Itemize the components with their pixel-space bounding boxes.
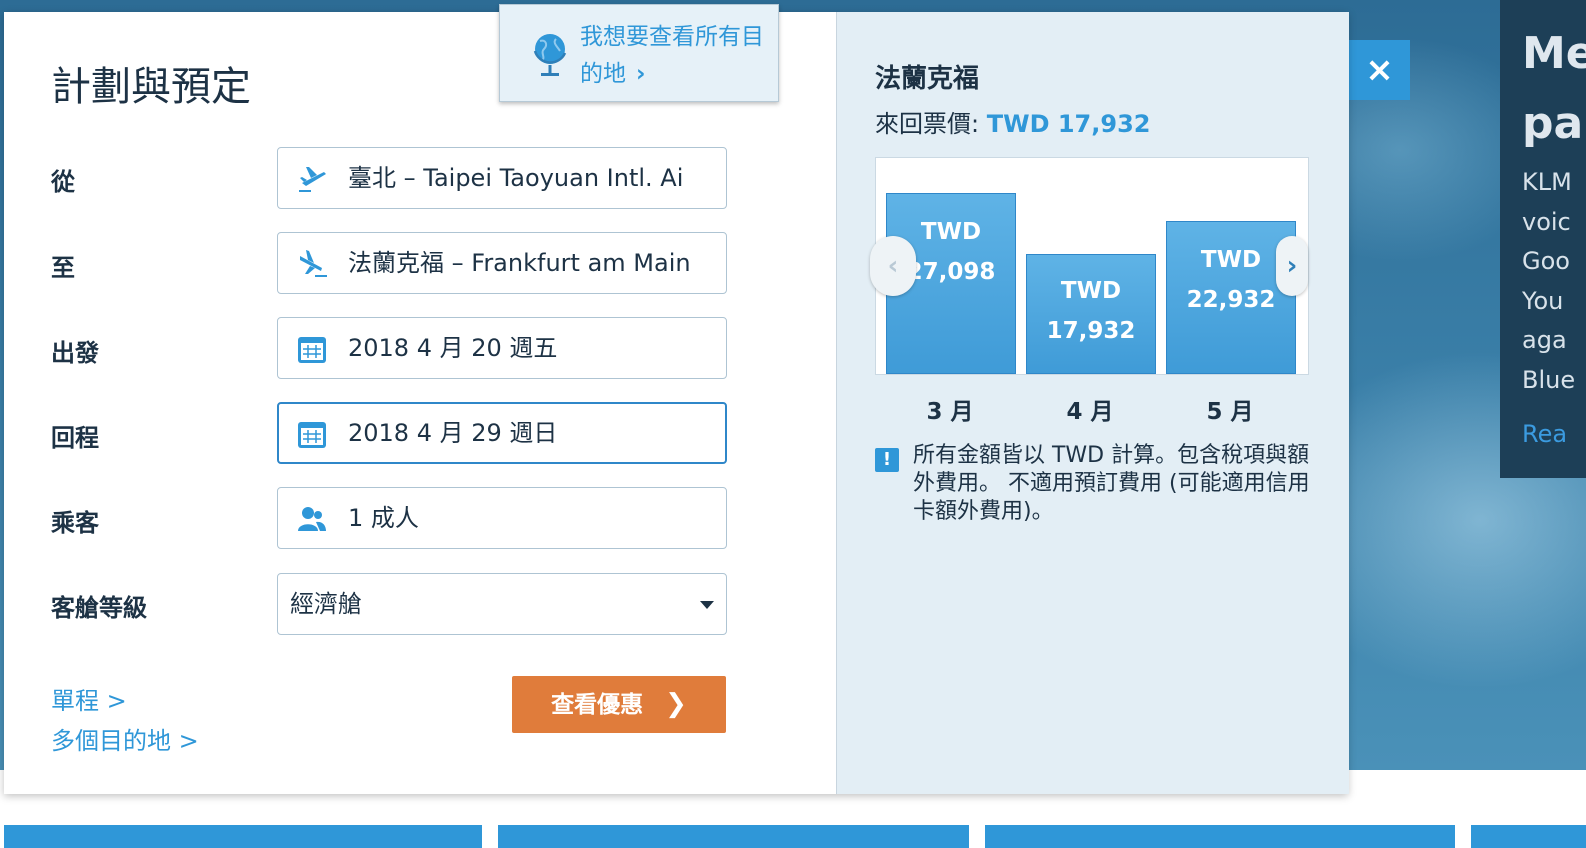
globe-icon <box>533 34 567 76</box>
promo-text: KLM <box>1522 168 1572 196</box>
content-tile[interactable] <box>1471 825 1586 848</box>
cabin-class-value: 經濟艙 <box>290 590 362 618</box>
chart-next-button[interactable]: › <box>1276 236 1308 296</box>
chevron-down-icon <box>700 601 714 609</box>
passengers-value: 1 成人 <box>348 504 419 532</box>
all-destinations-tab[interactable]: 我想要查看所有目的地 › <box>499 4 779 102</box>
promo-text: Goo <box>1522 247 1570 275</box>
users-icon <box>298 507 326 531</box>
chart-prev-button[interactable]: ‹ <box>870 236 916 296</box>
round-trip-price: 來回票價: TWD 17,932 <box>875 104 1150 139</box>
to-value: 法蘭克福 – Frankfurt am Main <box>348 249 691 277</box>
price-value: TWD 17,932 <box>986 110 1151 138</box>
calendar-icon <box>298 337 326 363</box>
one-way-link[interactable]: 單程 > <box>51 681 127 716</box>
booking-panel: 計劃與預定 從 臺北 – Taipei Taoyuan Intl. Ai 至 法… <box>4 12 1349 794</box>
fare-bar[interactable]: TWD 17,932 <box>1026 254 1156 374</box>
cabin-class-label: 客艙等級 <box>51 594 147 622</box>
all-destinations-label: 我想要查看所有目的地 <box>580 24 764 87</box>
chevron-right-icon: ❯ <box>665 689 687 719</box>
from-value: 臺北 – Taipei Taoyuan Intl. Ai <box>348 164 684 192</box>
plane-landing-icon <box>300 250 327 277</box>
promo-read-more-link[interactable]: Rea <box>1522 420 1567 448</box>
info-icon: ! <box>875 448 899 472</box>
promo-text: You <box>1522 287 1564 315</box>
close-icon: × <box>1365 50 1394 90</box>
from-label: 從 <box>51 168 75 196</box>
promo-text: voic <box>1522 208 1571 236</box>
passengers-label: 乘客 <box>51 509 99 537</box>
to-field[interactable]: 法蘭克福 – Frankfurt am Main <box>277 232 727 294</box>
content-tile[interactable] <box>4 825 482 848</box>
fare-preview-pane: 法蘭克福 來回票價: TWD 17,932 TWD 27,098 TWD 17,932… <box>836 12 1349 794</box>
destination-name: 法蘭克福 <box>875 64 980 94</box>
promo-text: aga <box>1522 326 1567 354</box>
content-tile[interactable] <box>498 825 969 848</box>
depart-date-field[interactable]: 2018 4 月 20 週五 <box>277 317 727 379</box>
return-label: 回程 <box>51 424 99 452</box>
all-destinations-link[interactable]: 我想要查看所有目的地 › <box>580 19 775 93</box>
return-date-field[interactable]: 2018 4 月 29 週日 <box>277 402 727 464</box>
from-field[interactable]: 臺北 – Taipei Taoyuan Intl. Ai <box>277 147 727 209</box>
chevron-right-icon: › <box>636 61 646 87</box>
fare-bar-value: 17,932 <box>1046 318 1136 344</box>
promo-title: Me <box>1522 28 1586 79</box>
cabin-class-select[interactable]: 經濟艙 <box>277 573 727 635</box>
to-label: 至 <box>51 254 75 282</box>
return-date-value: 2018 4 月 29 週日 <box>348 419 558 447</box>
close-button[interactable]: × <box>1349 40 1410 100</box>
promo-text: Blue <box>1522 366 1576 394</box>
plane-takeoff-icon <box>299 167 326 192</box>
content-tile[interactable] <box>985 825 1455 848</box>
fare-month-label: 4 月 <box>1066 399 1114 425</box>
passengers-field[interactable]: 1 成人 <box>277 487 727 549</box>
fare-bar[interactable]: TWD 22,932 <box>1166 221 1296 374</box>
promo-title: pa <box>1522 98 1584 149</box>
fare-month-label: 3 月 <box>926 399 974 425</box>
search-deals-button[interactable]: 查看優惠 ❯ <box>512 676 726 733</box>
depart-label: 出發 <box>51 339 99 367</box>
fare-bar-currency: TWD <box>1060 278 1122 304</box>
search-deals-label: 查看優惠 <box>551 692 644 718</box>
monthly-fare-chart: TWD 27,098 TWD 17,932 TWD 22,932 ‹ › <box>870 157 1309 375</box>
fare-month-label: 5 月 <box>1206 399 1254 425</box>
multi-city-link[interactable]: 多個目的地 > <box>51 721 199 756</box>
panel-title: 計劃與預定 <box>51 64 251 110</box>
fare-notice: 所有金額皆以 TWD 計算。包含稅項與額外費用。 不適用預訂費用 (可能適用信用… <box>913 443 1310 524</box>
fare-bar-value: 22,932 <box>1186 287 1276 313</box>
depart-date-value: 2018 4 月 20 週五 <box>348 334 558 362</box>
price-label: 來回票價: <box>875 110 980 138</box>
promo-card[interactable]: Me pa KLM voic Goo You aga Blue Rea <box>1500 0 1586 478</box>
calendar-icon <box>298 422 326 448</box>
